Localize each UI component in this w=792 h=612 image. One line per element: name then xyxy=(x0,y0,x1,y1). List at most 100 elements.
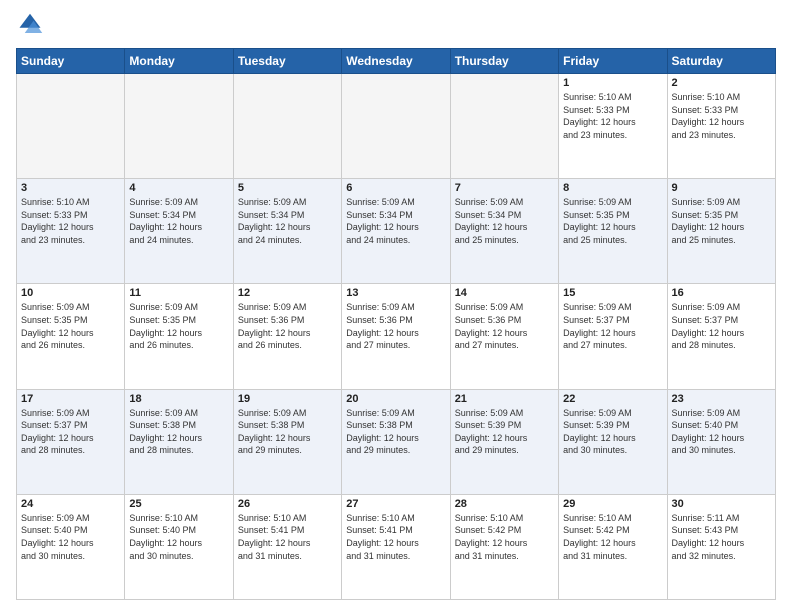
page: SundayMondayTuesdayWednesdayThursdayFrid… xyxy=(0,0,792,612)
day-info: Sunrise: 5:10 AM Sunset: 5:41 PM Dayligh… xyxy=(238,512,337,562)
day-info: Sunrise: 5:09 AM Sunset: 5:36 PM Dayligh… xyxy=(238,301,337,351)
calendar-day-cell: 5Sunrise: 5:09 AM Sunset: 5:34 PM Daylig… xyxy=(233,179,341,284)
calendar-day-cell: 29 Sunrise: 5:10 AM Sunset: 5:42 PM Dayli… xyxy=(559,494,667,599)
day-info: Sunrise: 5:09 AM Sunset: 5:34 PM Dayligh… xyxy=(346,196,445,246)
calendar-table: SundayMondayTuesdayWednesdayThursdayFrid… xyxy=(16,48,776,600)
calendar-day-cell: 24 Sunrise: 5:09 AM Sunset: 5:40 PM Dayli… xyxy=(17,494,125,599)
day-info: Sunrise: 5:09 AM Sunset: 5:35 PM Dayligh… xyxy=(672,196,771,246)
day-info: Sunrise: 5:09 AM Sunset: 5:39 PM Dayligh… xyxy=(455,407,554,457)
calendar-day-cell xyxy=(450,74,558,179)
calendar-day-cell: 7 Sunrise: 5:09 AM Sunset: 5:34 PM Daylig… xyxy=(450,179,558,284)
day-info: Sunrise: 5:09 AM Sunset: 5:37 PM Dayligh… xyxy=(672,301,771,351)
day-info: Sunrise: 5:09 AM Sunset: 5:34 PM Dayligh… xyxy=(129,196,228,246)
day-info: Sunrise: 5:09 AM Sunset: 5:38 PM Dayligh… xyxy=(346,407,445,457)
calendar-day-cell: 26Sunrise: 5:10 AM Sunset: 5:41 PM Dayli… xyxy=(233,494,341,599)
calendar-day-cell: 18 Sunrise: 5:09 AM Sunset: 5:38 PM Dayli… xyxy=(125,389,233,494)
day-number: 6 xyxy=(346,182,445,194)
day-number: 11 xyxy=(129,287,228,299)
day-number: 19 xyxy=(238,393,337,405)
day-info: Sunrise: 5:10 AM Sunset: 5:42 PM Dayligh… xyxy=(455,512,554,562)
weekday-header: Thursday xyxy=(450,49,558,74)
day-info: Sunrise: 5:09 AM Sunset: 5:38 PM Dayligh… xyxy=(238,407,337,457)
calendar-day-cell: 13 Sunrise: 5:09 AM Sunset: 5:36 PM Dayli… xyxy=(342,284,450,389)
day-number: 27 xyxy=(346,498,445,510)
day-info: Sunrise: 5:09 AM Sunset: 5:35 PM Dayligh… xyxy=(563,196,662,246)
day-info: Sunrise: 5:10 AM Sunset: 5:33 PM Dayligh… xyxy=(563,91,662,141)
day-number: 9 xyxy=(672,182,771,194)
day-info: Sunrise: 5:09 AM Sunset: 5:35 PM Dayligh… xyxy=(129,301,228,351)
day-info: Sunrise: 5:09 AM Sunset: 5:35 PM Dayligh… xyxy=(21,301,120,351)
calendar-day-cell xyxy=(17,74,125,179)
day-number: 24 xyxy=(21,498,120,510)
calendar-day-cell: 1 Sunrise: 5:10 AM Sunset: 5:33 PM Daylig… xyxy=(559,74,667,179)
calendar-week-row: 1 Sunrise: 5:10 AM Sunset: 5:33 PM Daylig… xyxy=(17,74,776,179)
day-number: 23 xyxy=(672,393,771,405)
calendar-day-cell: 3 Sunrise: 5:10 AM Sunset: 5:33 PM Daylig… xyxy=(17,179,125,284)
logo-icon xyxy=(16,12,44,40)
calendar-day-cell: 8 Sunrise: 5:09 AM Sunset: 5:35 PM Daylig… xyxy=(559,179,667,284)
calendar-day-cell xyxy=(125,74,233,179)
day-number: 30 xyxy=(672,498,771,510)
weekday-header: Tuesday xyxy=(233,49,341,74)
day-info: Sunrise: 5:09 AM Sunset: 5:38 PM Dayligh… xyxy=(129,407,228,457)
calendar-header-row: SundayMondayTuesdayWednesdayThursdayFrid… xyxy=(17,49,776,74)
day-number: 22 xyxy=(563,393,662,405)
calendar-day-cell: 11 Sunrise: 5:09 AM Sunset: 5:35 PM Dayli… xyxy=(125,284,233,389)
day-info: Sunrise: 5:09 AM Sunset: 5:34 PM Dayligh… xyxy=(455,196,554,246)
weekday-header: Monday xyxy=(125,49,233,74)
calendar-day-cell: 30 Sunrise: 5:11 AM Sunset: 5:43 PM Dayli… xyxy=(667,494,775,599)
day-number: 13 xyxy=(346,287,445,299)
weekday-header: Sunday xyxy=(17,49,125,74)
day-info: Sunrise: 5:10 AM Sunset: 5:42 PM Dayligh… xyxy=(563,512,662,562)
calendar-day-cell: 19 Sunrise: 5:09 AM Sunset: 5:38 PM Dayli… xyxy=(233,389,341,494)
day-info: Sunrise: 5:09 AM Sunset: 5:37 PM Dayligh… xyxy=(21,407,120,457)
day-number: 29 xyxy=(563,498,662,510)
calendar-week-row: 10Sunrise: 5:09 AM Sunset: 5:35 PM Dayli… xyxy=(17,284,776,389)
day-number: 18 xyxy=(129,393,228,405)
calendar-day-cell: 20Sunrise: 5:09 AM Sunset: 5:38 PM Dayli… xyxy=(342,389,450,494)
day-number: 4 xyxy=(129,182,228,194)
calendar-day-cell: 27 Sunrise: 5:10 AM Sunset: 5:41 PM Dayli… xyxy=(342,494,450,599)
day-number: 17 xyxy=(21,393,120,405)
weekday-header: Saturday xyxy=(667,49,775,74)
day-info: Sunrise: 5:10 AM Sunset: 5:33 PM Dayligh… xyxy=(21,196,120,246)
calendar-day-cell: 16Sunrise: 5:09 AM Sunset: 5:37 PM Dayli… xyxy=(667,284,775,389)
day-info: Sunrise: 5:11 AM Sunset: 5:43 PM Dayligh… xyxy=(672,512,771,562)
day-number: 8 xyxy=(563,182,662,194)
calendar-day-cell: 17 Sunrise: 5:09 AM Sunset: 5:37 PM Dayli… xyxy=(17,389,125,494)
day-number: 28 xyxy=(455,498,554,510)
calendar-day-cell: 28 Sunrise: 5:10 AM Sunset: 5:42 PM Dayli… xyxy=(450,494,558,599)
day-number: 12 xyxy=(238,287,337,299)
day-number: 7 xyxy=(455,182,554,194)
day-info: Sunrise: 5:09 AM Sunset: 5:40 PM Dayligh… xyxy=(21,512,120,562)
day-info: Sunrise: 5:09 AM Sunset: 5:40 PM Dayligh… xyxy=(672,407,771,457)
calendar-day-cell: 4 Sunrise: 5:09 AM Sunset: 5:34 PM Daylig… xyxy=(125,179,233,284)
day-number: 3 xyxy=(21,182,120,194)
day-info: Sunrise: 5:09 AM Sunset: 5:34 PM Dayligh… xyxy=(238,196,337,246)
calendar-day-cell: 15 Sunrise: 5:09 AM Sunset: 5:37 PM Dayli… xyxy=(559,284,667,389)
logo xyxy=(16,12,48,40)
day-number: 14 xyxy=(455,287,554,299)
day-info: Sunrise: 5:10 AM Sunset: 5:40 PM Dayligh… xyxy=(129,512,228,562)
calendar-day-cell: 9 Sunrise: 5:09 AM Sunset: 5:35 PM Daylig… xyxy=(667,179,775,284)
calendar-day-cell: 14 Sunrise: 5:09 AM Sunset: 5:36 PM Dayli… xyxy=(450,284,558,389)
calendar-day-cell: 25 Sunrise: 5:10 AM Sunset: 5:40 PM Dayli… xyxy=(125,494,233,599)
calendar-day-cell xyxy=(233,74,341,179)
day-number: 2 xyxy=(672,77,771,89)
day-number: 15 xyxy=(563,287,662,299)
header xyxy=(16,12,776,40)
calendar-week-row: 24 Sunrise: 5:09 AM Sunset: 5:40 PM Dayli… xyxy=(17,494,776,599)
day-info: Sunrise: 5:09 AM Sunset: 5:36 PM Dayligh… xyxy=(346,301,445,351)
calendar-week-row: 17 Sunrise: 5:09 AM Sunset: 5:37 PM Dayli… xyxy=(17,389,776,494)
calendar-day-cell: 23 Sunrise: 5:09 AM Sunset: 5:40 PM Dayli… xyxy=(667,389,775,494)
day-info: Sunrise: 5:09 AM Sunset: 5:37 PM Dayligh… xyxy=(563,301,662,351)
day-info: Sunrise: 5:10 AM Sunset: 5:33 PM Dayligh… xyxy=(672,91,771,141)
weekday-header: Friday xyxy=(559,49,667,74)
calendar-day-cell: 22Sunrise: 5:09 AM Sunset: 5:39 PM Dayli… xyxy=(559,389,667,494)
day-info: Sunrise: 5:09 AM Sunset: 5:36 PM Dayligh… xyxy=(455,301,554,351)
calendar-day-cell xyxy=(342,74,450,179)
day-info: Sunrise: 5:10 AM Sunset: 5:41 PM Dayligh… xyxy=(346,512,445,562)
day-number: 25 xyxy=(129,498,228,510)
calendar-day-cell: 2 Sunrise: 5:10 AM Sunset: 5:33 PM Daylig… xyxy=(667,74,775,179)
day-number: 1 xyxy=(563,77,662,89)
